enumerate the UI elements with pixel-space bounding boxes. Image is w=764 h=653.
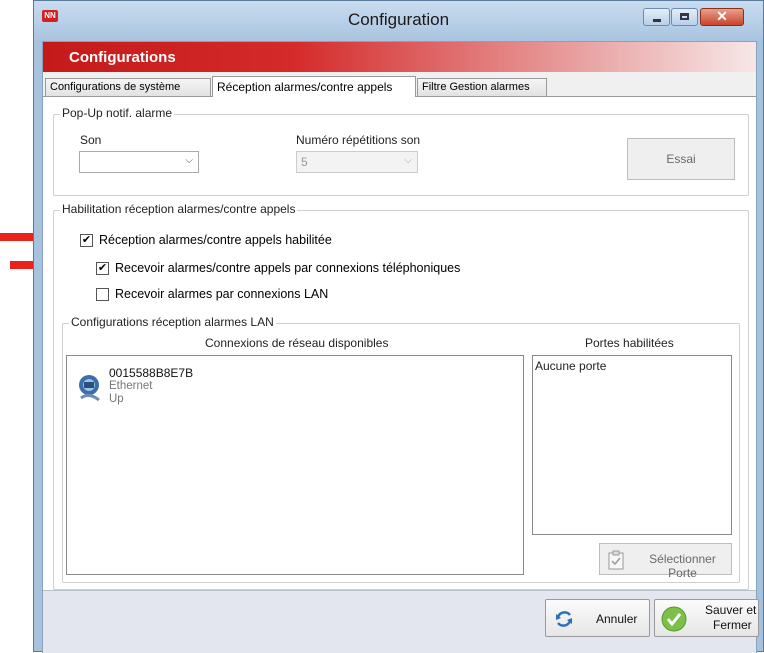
habilitation-group: Habilitation réception alarmes/contre ap…	[53, 202, 749, 590]
checkbox-label: Recevoir alarmes par connexions LAN	[115, 287, 329, 301]
sound-select[interactable]: ⌵	[79, 151, 199, 173]
banner-title: Configurations	[69, 49, 176, 66]
maximize-button[interactable]	[671, 8, 698, 26]
checkbox-box[interactable]: ✔	[80, 234, 93, 247]
habilitation-group-legend: Habilitation réception alarmes/contre ap…	[60, 202, 298, 216]
repetitions-label: Numéro répétitions son	[296, 133, 421, 147]
checkbox-label: Réception alarmes/contre appels habilité…	[99, 233, 332, 247]
select-port-button[interactable]: Sélectionner Porte	[599, 543, 732, 580]
tab-page: Pop-Up notif. alarme Son ⌵ Numéro répéti…	[43, 96, 756, 591]
header-banner: Configurations	[43, 42, 756, 72]
list-item[interactable]: 0015588B8E7B Ethernet Up	[67, 356, 367, 426]
connection-status: Up	[109, 393, 124, 405]
checkbox-box[interactable]	[96, 288, 109, 301]
repetitions-select[interactable]: 5 ⌵	[296, 151, 418, 173]
checkbox-box[interactable]: ✔	[96, 262, 109, 275]
connection-type: Ethernet	[109, 380, 153, 392]
connections-header: Connexions de réseau disponibles	[205, 336, 389, 350]
repetitions-select-value: 5	[301, 155, 308, 169]
lan-group-legend: Configurations réception alarmes LAN	[69, 315, 276, 329]
chevron-down-icon: ⌵	[404, 155, 412, 166]
refresh-icon	[556, 611, 572, 627]
tab-alarm-reception[interactable]: Réception alarmes/contre appels	[212, 76, 416, 97]
save-label-line2: Fermer	[713, 618, 752, 632]
tab-alarm-filter[interactable]: Filtre Gestion alarmes	[417, 78, 547, 96]
checkmark-icon	[661, 606, 687, 632]
network-connections-list[interactable]: 0015588B8E7B Ethernet Up	[66, 355, 524, 575]
cancel-button[interactable]: Annuler	[545, 599, 650, 637]
enabled-ports-list[interactable]: Aucune porte	[532, 355, 732, 535]
test-sound-button[interactable]: Essai	[627, 138, 735, 180]
title-bar[interactable]: NN Configuration ✕	[34, 1, 763, 41]
minimize-icon	[653, 19, 661, 22]
ports-empty-text: Aucune porte	[535, 359, 607, 373]
network-adapter-icon	[79, 375, 100, 402]
close-icon: ✕	[716, 8, 728, 24]
save-label-line1: Sauver et	[705, 603, 757, 617]
close-button[interactable]: ✕	[700, 8, 744, 26]
sound-label: Son	[80, 133, 102, 147]
save-close-button[interactable]: Sauver et Fermer	[654, 599, 759, 637]
cancel-label: Annuler	[596, 612, 638, 626]
checklist-icon	[608, 550, 624, 570]
window-client: Configurations Configurations de système…	[42, 41, 759, 653]
popup-notification-group: Pop-Up notif. alarme Son ⌵ Numéro répéti…	[53, 106, 749, 196]
connection-name: 0015588B8E7B	[109, 366, 194, 380]
lan-config-group: Configurations réception alarmes LAN Con…	[62, 315, 740, 583]
dialog-footer: Annuler Sauver et Fermer	[43, 590, 759, 653]
tab-system-config[interactable]: Configurations de système	[45, 78, 211, 96]
chevron-down-icon: ⌵	[185, 155, 193, 166]
ports-header: Portes habilitées	[585, 336, 674, 350]
configuration-window: NN Configuration ✕ Configurations Config…	[33, 0, 764, 653]
minimize-button[interactable]	[643, 8, 670, 26]
maximize-icon	[680, 13, 689, 20]
tab-strip: Configurations de système Réception alar…	[43, 76, 756, 97]
checkbox-label: Recevoir alarmes/contre appels par conne…	[115, 261, 461, 275]
popup-group-legend: Pop-Up notif. alarme	[60, 106, 175, 120]
select-port-label: Sélectionner Porte	[649, 552, 716, 580]
